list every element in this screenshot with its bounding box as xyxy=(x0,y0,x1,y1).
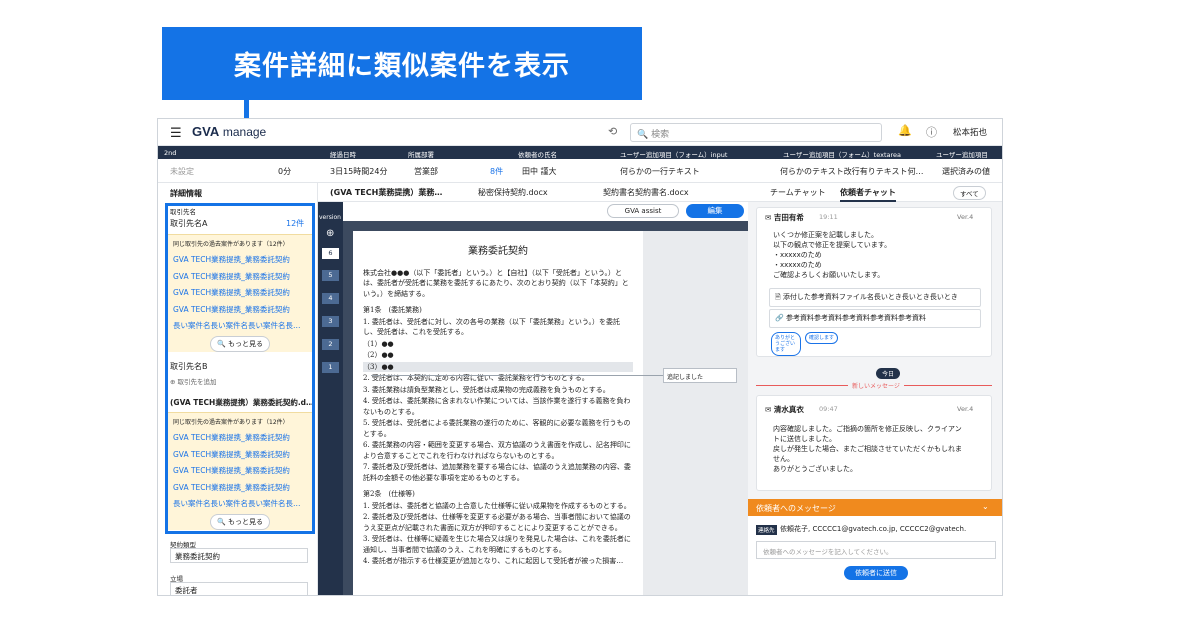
col-header: ユーザー追加項目 xyxy=(936,151,988,159)
tab-team-chat[interactable]: チームチャット xyxy=(770,187,826,198)
message-card: ✉ 清水真衣 09:47 Ver.4 内容確認しました。ご指摘の箇所を修正反映し… xyxy=(756,395,992,491)
tab-doc-1[interactable]: (GVA TECH業務提携）業務… xyxy=(330,187,442,198)
document-page: 業務委託契約 株式会社●●●（以下「委託者」という。）と【自社】（以下「受託者」… xyxy=(353,231,643,595)
gva-assist-button[interactable]: GVA assist xyxy=(607,204,679,218)
count-value: 0分 xyxy=(278,167,292,176)
col-header: ユーザー追加項目（フォーム）input xyxy=(620,151,728,159)
history-icon[interactable]: ⟲ xyxy=(608,125,617,138)
position-select[interactable]: 委託者 xyxy=(170,582,308,595)
client-message-header: 依頼者へのメッセージ ⌄ xyxy=(748,499,1002,516)
top-bar: ☰ GVA manage ⟲ 🔍 検索 🔔 ⓘ 松本拓也 xyxy=(158,119,1002,146)
contact-list: 依頼花子, CCCCC1@gvatech.co.jp, CCCCC2@gvate… xyxy=(780,525,967,533)
doc-line: 3. 受託者は、仕様等に疑義を生じた場合又は誤りを発見した場合は、これを委託者に… xyxy=(363,535,631,554)
client-message-title: 依頼者へのメッセージ xyxy=(756,504,836,513)
new-message-label: 新しいメッセージ xyxy=(848,381,904,390)
comment-bubble[interactable]: 追記しました xyxy=(663,368,737,383)
input-value: 何らかの一行テキスト xyxy=(620,167,700,176)
article-title: 第1条 (委託業務) xyxy=(363,306,422,314)
col-header: 所属部署 xyxy=(408,151,434,159)
logo: GVA manage xyxy=(192,124,267,139)
dept-select[interactable]: 営業部 xyxy=(414,166,438,177)
status-select[interactable]: 未設定 xyxy=(170,166,194,177)
doc-line: （2）●● xyxy=(363,351,394,359)
collapse-icon[interactable]: ⌄ xyxy=(982,502,989,511)
doc-line: 3. 委託業務は請負型業務とし、受託者は成果物の完成義務を負うものとする。 xyxy=(363,385,610,394)
version-item[interactable]: 2 xyxy=(322,339,339,350)
client-message-input[interactable]: 依頼者へのメッセージを記入してください。 xyxy=(756,541,996,559)
today-badge: 今日 xyxy=(876,368,901,379)
version-item[interactable]: 6 xyxy=(322,248,339,259)
column-value-row: 未設定 0分 3日15時間24分 営業部 8件 田中 謹大 何らかの一行テキスト… xyxy=(158,159,1002,183)
doc-line: 4. 受託者は、委託業務に含まれない作業については、当該作業を遂行する義務を負わ… xyxy=(363,397,631,416)
doc-line: 5. 受託者は、受託者による委託業務の遂行のために、客観的に必要な義務を行うもの… xyxy=(363,419,631,438)
doc-line: 7. 委託者及び受託者は、追加業務を要する場合には、協議のうえ追加業務の内容、委… xyxy=(363,463,631,482)
tab-doc-2[interactable]: 秘密保持契約.docx xyxy=(478,187,548,198)
doc-toolbar: GVA assist 編集 xyxy=(343,202,748,221)
margin-area xyxy=(643,231,748,595)
select-value[interactable]: 選択済みの値 xyxy=(942,166,990,177)
version-item[interactable]: 5 xyxy=(322,270,339,281)
user-name[interactable]: 松本拓也 xyxy=(953,126,987,138)
version-item[interactable]: 4 xyxy=(322,293,339,304)
message-body: 内容確認しました。ご指摘の箇所を修正反映し、クライアン トに送信しました。 戻しが発… xyxy=(773,425,962,473)
column-header-row: 2nd 経過日時 所属部署 依頼者の氏名 ユーザー追加項目（フォーム）input… xyxy=(158,146,1002,159)
sender-name: ✉ 清水真衣 xyxy=(765,405,804,414)
message-card: ✉ 吉田有希 19:11 Ver.4 いくつか修正案を記載しました。 以下の観点で… xyxy=(756,207,992,357)
doc-title: 業務委託契約 xyxy=(468,246,528,257)
menu-icon[interactable]: ☰ xyxy=(170,126,182,141)
message-time: 19:11 xyxy=(819,213,838,221)
doc-line: （1）●● xyxy=(363,339,394,348)
col-header: ユーザー追加項目（フォーム）textarea xyxy=(783,151,901,159)
headline-banner: 案件詳細に類似案件を表示 xyxy=(162,27,642,100)
doc-line: 2. 委託者及び受託者は、仕様等を変更する必要がある場合、当事者間において協議の… xyxy=(363,513,631,532)
version-label: version xyxy=(319,214,341,221)
col-header: 経過日時 xyxy=(330,151,356,159)
attachment[interactable]: 🗎 添付した参考資料ファイル名長いとき長いとき長いとき xyxy=(769,288,981,307)
doc-line-highlighted: （3）●● xyxy=(363,361,633,372)
version-item[interactable]: 3 xyxy=(322,316,339,327)
client-message-panel: 依頼者へのメッセージ ⌄ 連絡先 依頼花子, CCCCC1@gvatech.co… xyxy=(748,499,1002,595)
version-sidebar: version ⊕ 6 5 4 3 2 1 xyxy=(318,202,343,595)
filter-all[interactable]: すべて xyxy=(953,186,986,200)
app-window: ☰ GVA manage ⟲ 🔍 検索 🔔 ⓘ 松本拓也 2nd 経過日時 所属… xyxy=(157,118,1003,596)
sender-name: ✉ 吉田有希 xyxy=(765,213,804,222)
help-icon[interactable]: ⓘ xyxy=(926,124,937,140)
add-version-icon[interactable]: ⊕ xyxy=(326,228,334,239)
tab-client-chat[interactable]: 依頼者チャット xyxy=(840,187,896,202)
message-time: 09:47 xyxy=(819,405,838,413)
doc-line: 1. 委託者は、受託者に対し、次の各号の業務（以下「委託業務」という。）を委託し… xyxy=(363,317,620,337)
detail-title: 詳細情報 xyxy=(170,189,202,198)
dept-count[interactable]: 8件 xyxy=(490,166,503,177)
version-tag: Ver.4 xyxy=(957,213,974,221)
requester-value: 田中 謹大 xyxy=(522,167,557,176)
bell-icon[interactable]: 🔔 xyxy=(898,124,912,137)
version-tag: Ver.4 xyxy=(957,405,974,413)
document-tabs: (GVA TECH業務提携）業務… 秘密保持契約.docx 契約書名契約書名.d… xyxy=(318,183,748,202)
contract-type-select[interactable]: 業務委託契約 xyxy=(170,548,308,563)
col-header: 2nd xyxy=(164,149,177,157)
textarea-value: 何らかのテキスト改行有りテキスト何… xyxy=(780,167,924,176)
attachment[interactable]: 🔗 参考資料参考資料参考資料参考資料参考資料 xyxy=(769,309,981,328)
elapsed-value: 3日15時間24分 xyxy=(330,167,388,176)
doc-intro: 株式会社●●●（以下「委託者」という。）と【自社】（以下「受託者」という。）とは… xyxy=(363,268,629,298)
send-to-client-button[interactable]: 依頼者に送信 xyxy=(844,566,908,580)
reaction-thanks[interactable]: ありがとうございます xyxy=(771,332,801,356)
doc-line: 6. 委託業務の内容・範囲を変更する場合、双方協議のうえ書面を作成し、記名押印に… xyxy=(363,441,631,460)
highlight-frame xyxy=(165,203,315,534)
comment-connector xyxy=(371,375,663,376)
message-body: いくつか修正案を記載しました。 以下の観点で修正を提案しています。 ・xxxxxのた… xyxy=(773,231,892,279)
version-item[interactable]: 1 xyxy=(322,362,339,373)
col-header: 依頼者の氏名 xyxy=(518,151,557,159)
search-input[interactable]: 🔍 検索 xyxy=(630,123,882,142)
doc-line: 1. 受託者は、委託者と協議の上合意した仕様等に従い成果物を作成するものとする。 xyxy=(363,501,631,510)
reaction-confirm[interactable]: 確認します xyxy=(805,332,839,344)
doc-line: 4. 委託者が指示する仕様変更が追加となり、これに起因して受託者が被った損害… xyxy=(363,557,624,565)
edit-button[interactable]: 編集 xyxy=(686,204,744,218)
chat-tabs: チームチャット 依頼者チャット すべて xyxy=(748,183,1002,202)
contact-badge: 連絡先 xyxy=(756,525,777,535)
tab-doc-3[interactable]: 契約書名契約書名.docx xyxy=(603,187,689,198)
article-title: 第2条 (仕様等) xyxy=(363,490,415,498)
